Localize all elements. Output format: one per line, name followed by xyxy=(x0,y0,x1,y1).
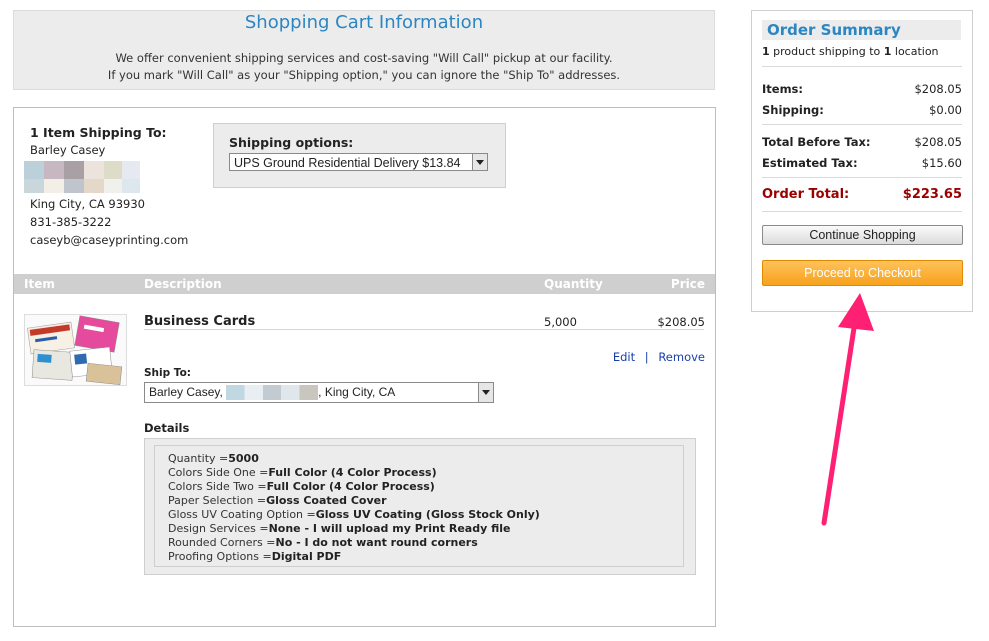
ship-phone: 831-385-3222 xyxy=(30,215,112,229)
redacted-street xyxy=(226,385,319,401)
ship-city: King City, CA 93930 xyxy=(30,197,145,211)
divider xyxy=(144,329,704,330)
table-header: Item Description Quantity Price xyxy=(14,274,715,294)
redacted-address xyxy=(24,161,142,195)
shipping-info-line-1: We offer convenient shipping services an… xyxy=(115,51,613,65)
annotation-arrow xyxy=(821,293,874,526)
order-summary-title-bar: Order Summary xyxy=(762,20,961,40)
proceed-to-checkout-button[interactable]: Proceed to Checkout xyxy=(762,260,963,286)
remove-link[interactable]: Remove xyxy=(658,350,705,364)
detail-line: Colors Side One =Full Color (4 Color Pro… xyxy=(168,466,437,479)
item-description: Business Cards xyxy=(144,314,256,329)
col-item: Item xyxy=(24,277,55,291)
product-thumbnail[interactable] xyxy=(24,314,127,386)
shipping-options-label: Shipping options: xyxy=(229,135,354,150)
item-quantity: 5,000 xyxy=(544,315,577,329)
item-price: $208.05 xyxy=(657,315,705,329)
order-summary: Order Summary 1 product shipping to 1 lo… xyxy=(751,10,973,312)
shipping-options-box: Shipping options: UPS Ground Residential… xyxy=(213,123,506,188)
ship-to-city: , King City, CA xyxy=(318,385,396,399)
detail-line: Proofing Options =Digital PDF xyxy=(168,550,342,563)
cart-info-header: Shopping Cart Information We offer conve… xyxy=(13,10,715,90)
order-summary-subtitle: 1 product shipping to 1 location xyxy=(762,45,939,58)
shipping-info-line-2: If you mark "Will Call" as your "Shippin… xyxy=(107,68,621,82)
detail-line: Gloss UV Coating Option =Gloss UV Coatin… xyxy=(168,508,540,521)
chevron-down-icon[interactable] xyxy=(478,383,493,402)
shipping-heading: 1 Item Shipping To: xyxy=(30,125,167,140)
detail-line: Colors Side Two =Full Color (4 Color Pro… xyxy=(168,480,435,493)
order-summary-title: Order Summary xyxy=(767,21,901,39)
divider xyxy=(762,211,962,212)
divider xyxy=(762,124,962,125)
col-description: Description xyxy=(144,277,222,291)
col-quantity: Quantity xyxy=(544,277,603,291)
details-box: Quantity =5000 Colors Side One =Full Col… xyxy=(144,438,696,575)
link-separator: | xyxy=(644,350,649,364)
ship-to-label: Ship To: xyxy=(144,367,191,379)
shipping-options-value: UPS Ground Residential Delivery $13.84 xyxy=(234,156,461,170)
divider xyxy=(762,66,962,67)
cart-panel: 1 Item Shipping To: Barley Casey King Ci… xyxy=(13,107,716,627)
ship-name: Barley Casey xyxy=(30,143,106,157)
item-actions: Edit | Remove xyxy=(613,350,705,364)
page-title: Shopping Cart Information xyxy=(244,12,484,33)
detail-line: Paper Selection =Gloss Coated Cover xyxy=(168,494,387,507)
shipping-options-select[interactable]: UPS Ground Residential Delivery $13.84 xyxy=(229,153,488,171)
ship-email: caseyb@caseyprinting.com xyxy=(30,233,189,247)
ship-to-name: Barley Casey, xyxy=(149,385,223,399)
divider xyxy=(762,177,962,178)
continue-shopping-button[interactable]: Continue Shopping xyxy=(762,225,963,245)
detail-line: Design Services =None - I will upload my… xyxy=(168,522,511,535)
detail-line: Quantity =5000 xyxy=(168,452,259,465)
chevron-down-icon[interactable] xyxy=(472,154,487,170)
detail-line: Rounded Corners =No - I do not want roun… xyxy=(168,536,478,549)
ship-to-select[interactable]: Barley Casey, , King City, CA xyxy=(144,382,494,403)
details-label: Details xyxy=(144,421,190,435)
col-price: Price xyxy=(670,277,705,291)
edit-link[interactable]: Edit xyxy=(613,350,635,364)
details-list: Quantity =5000 Colors Side One =Full Col… xyxy=(154,445,684,567)
